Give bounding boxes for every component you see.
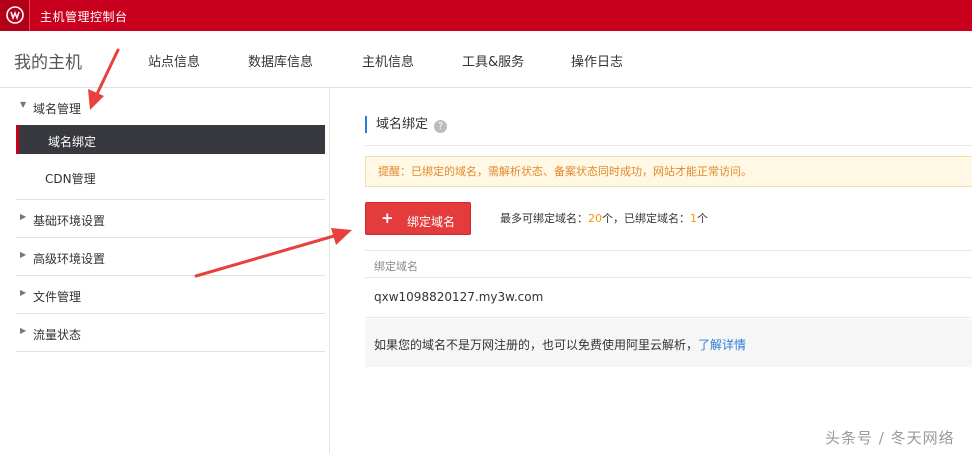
sidebar-group-label: 基础环境设置 <box>33 214 106 228</box>
nav-item-site-info[interactable]: 站点信息 <box>148 51 200 70</box>
divider <box>16 275 325 276</box>
nav-my-host[interactable]: 我的主机 <box>14 48 82 73</box>
divider <box>16 199 325 200</box>
limit-suffix: 个 <box>697 212 708 225</box>
dns-tip: 如果您的域名不是万网注册的，也可以免费使用阿里云解析，了解详情 <box>365 319 972 367</box>
domain-cell: qxw1098820127.my3w.com <box>374 290 544 304</box>
sidebar-item-label: CDN管理 <box>45 172 96 186</box>
divider <box>16 313 325 314</box>
dns-tip-text: 如果您的域名不是万网注册的，也可以免费使用阿里云解析，了解详情 <box>374 336 746 353</box>
caret-right-icon: ▶ <box>20 288 27 297</box>
sidebar-item-domain-binding[interactable]: 域名绑定 <box>16 125 325 154</box>
console-title: 主机管理控制台 <box>40 10 128 24</box>
wanwang-logo-icon <box>6 6 24 24</box>
page-title-text: 域名绑定 <box>376 117 429 132</box>
help-icon[interactable]: ? <box>434 120 448 133</box>
notice-banner: 提醒：已绑定的域名，需解析状态、备案状态同时成功，网站才能正常访问。 <box>365 156 972 187</box>
top-bar: 主机管理控制台 <box>0 0 972 31</box>
limit-max-count: 20 <box>588 212 602 225</box>
caret-down-icon: ▼ <box>20 100 27 109</box>
button-label: 绑定域名 <box>407 215 456 229</box>
column-header-domain: 绑定域名 <box>374 260 418 273</box>
sidebar-item-cdn[interactable]: CDN管理 <box>16 162 325 191</box>
logo[interactable] <box>0 0 30 31</box>
domain-limit-info: 最多可绑定域名：20个，已绑定域名：1个 <box>500 210 708 226</box>
caret-right-icon: ▶ <box>20 250 27 259</box>
limit-middle: 个，已绑定域名： <box>602 212 690 225</box>
nav-item-host-info[interactable]: 主机信息 <box>362 51 414 70</box>
page-title: 域名绑定? <box>365 116 448 133</box>
plus-icon: + <box>381 209 394 227</box>
sidebar-group-label: 流量状态 <box>33 328 82 342</box>
nav-item-operation-log[interactable]: 操作日志 <box>571 51 623 70</box>
table-row: qxw1098820127.my3w.com <box>365 278 972 318</box>
caret-right-icon: ▶ <box>20 212 27 221</box>
bind-domain-button[interactable]: + 绑定域名 <box>365 202 471 235</box>
sidebar-item-label: 域名绑定 <box>48 135 97 149</box>
sidebar-group-label: 文件管理 <box>33 290 82 304</box>
divider <box>16 351 325 352</box>
learn-more-link[interactable]: 了解详情 <box>698 338 746 352</box>
nav-item-tools-services[interactable]: 工具&服务 <box>462 51 524 70</box>
dns-tip-body: 如果您的域名不是万网注册的，也可以免费使用阿里云解析， <box>374 338 699 352</box>
divider <box>16 237 325 238</box>
limit-prefix: 最多可绑定域名： <box>500 212 588 225</box>
main-nav: 我的主机 站点信息 数据库信息 主机信息 工具&服务 操作日志 <box>0 31 972 88</box>
divider <box>365 145 972 146</box>
limit-used-count: 1 <box>690 212 697 225</box>
watermark: 头条号 / 冬天网络 <box>825 429 955 447</box>
nav-item-database-info[interactable]: 数据库信息 <box>248 51 313 70</box>
sidebar-group-label: 域名管理 <box>33 102 82 116</box>
sidebar-group-label: 高级环境设置 <box>33 252 106 266</box>
table-header: 绑定域名 <box>365 250 972 278</box>
caret-right-icon: ▶ <box>20 326 27 335</box>
